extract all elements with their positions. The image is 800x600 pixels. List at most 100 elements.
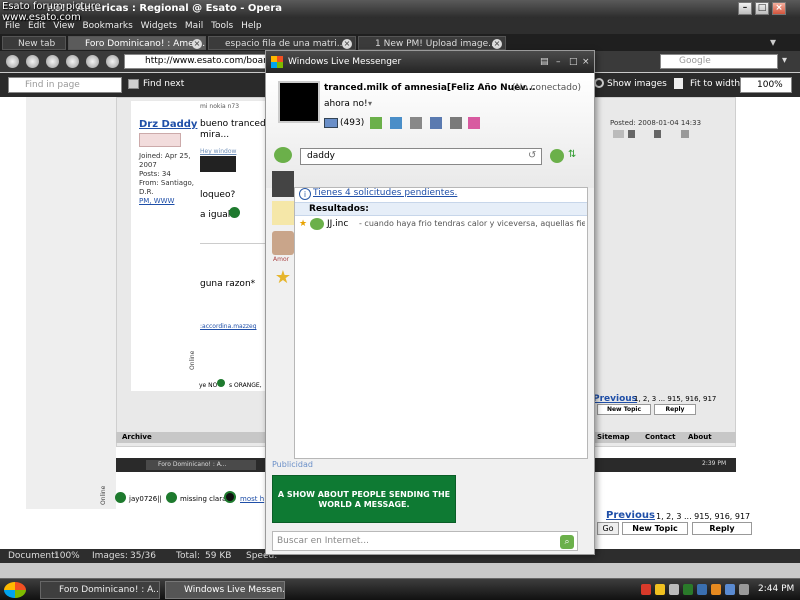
search-field[interactable]: Google bbox=[660, 54, 778, 69]
windows-taskbar: Foro Dominicano! : A... Windows Live Mes… bbox=[0, 578, 800, 600]
sort-icon[interactable]: ⇅ bbox=[568, 149, 576, 160]
search-dropdown-icon[interactable]: ▾ bbox=[782, 55, 787, 66]
previous-link-nested[interactable]: Previous bbox=[593, 394, 637, 404]
contacts-icon[interactable] bbox=[274, 147, 292, 163]
find-in-page-input[interactable]: Find in page bbox=[8, 77, 122, 93]
close-icon[interactable]: × bbox=[582, 51, 590, 73]
tab-new-pm[interactable]: 1 New PM! Upload image... × bbox=[358, 36, 506, 50]
clear-search-icon[interactable]: ↺ bbox=[528, 150, 536, 161]
spaces-icon[interactable] bbox=[390, 117, 402, 129]
pending-requests-link[interactable]: Tienes 4 solicitudes pendientes. bbox=[313, 188, 457, 198]
tray-shield-icon[interactable] bbox=[641, 584, 651, 595]
reload-icon[interactable] bbox=[86, 55, 99, 68]
zoom-select[interactable]: 100% bbox=[740, 77, 792, 93]
tray-bluetooth-icon[interactable] bbox=[725, 584, 735, 595]
menu-tools[interactable]: Tools bbox=[211, 21, 233, 31]
web-search-input[interactable]: Buscar en Internet... bbox=[272, 531, 578, 551]
forum-username[interactable]: Drz Daddy bbox=[139, 119, 197, 130]
trash-icon[interactable]: ▾ bbox=[770, 35, 776, 49]
menu-icon[interactable]: ▤ bbox=[540, 51, 549, 73]
tray-misc-icon[interactable] bbox=[739, 584, 749, 595]
close-icon[interactable]: × bbox=[192, 39, 202, 49]
fast-forward-icon[interactable] bbox=[66, 55, 79, 68]
pagination-nested[interactable]: 1, 2, 3 ... 915, 916, 917 bbox=[634, 395, 716, 403]
home-icon[interactable] bbox=[106, 55, 119, 68]
add-contact-icon[interactable] bbox=[550, 149, 564, 163]
result-contact-name[interactable]: JJ.inc bbox=[327, 219, 348, 229]
online-vertical-label-2: Online bbox=[100, 485, 107, 505]
find-next-button[interactable]: Find next bbox=[143, 79, 184, 89]
print-icon[interactable] bbox=[681, 130, 689, 138]
personal-message[interactable]: ahora no! bbox=[324, 99, 368, 109]
new-topic-button[interactable]: New Topic bbox=[622, 522, 688, 535]
contact-link[interactable]: Contact bbox=[645, 433, 676, 441]
star-icon[interactable]: ★ bbox=[272, 267, 294, 291]
small-link[interactable]: :accordina.mazzeg bbox=[200, 323, 257, 330]
tray-network-icon[interactable] bbox=[669, 584, 679, 595]
close-icon[interactable]: × bbox=[492, 39, 502, 49]
fit-to-width-icon[interactable] bbox=[674, 78, 683, 89]
go-button[interactable]: Go bbox=[597, 522, 619, 535]
tab-espacio-fila[interactable]: espacio fila de una matri... × bbox=[208, 36, 356, 50]
footer-user-missing[interactable]: missing clara bbox=[180, 495, 226, 503]
minimize-icon[interactable]: – bbox=[556, 51, 561, 73]
share-icon[interactable] bbox=[450, 117, 462, 129]
contact-photo[interactable] bbox=[272, 231, 294, 255]
profile-icon[interactable] bbox=[613, 130, 624, 138]
bell-icon[interactable] bbox=[272, 201, 294, 225]
forward-icon[interactable] bbox=[26, 55, 39, 68]
search-icon[interactable]: ⌕ bbox=[560, 535, 574, 549]
tray-security-icon[interactable] bbox=[655, 584, 665, 595]
contacts-icon[interactable] bbox=[370, 117, 382, 129]
footer-user-most[interactable]: most h bbox=[240, 495, 264, 503]
fit-to-width-button[interactable]: Fit to width bbox=[690, 79, 740, 89]
display-picture[interactable] bbox=[278, 81, 320, 123]
mail-icon[interactable] bbox=[324, 118, 338, 128]
news-icon[interactable] bbox=[410, 117, 422, 129]
find-next-icon[interactable] bbox=[128, 79, 139, 89]
show-images-button[interactable]: Show images bbox=[607, 79, 667, 89]
rewind-icon[interactable] bbox=[46, 55, 59, 68]
address-field[interactable]: http://www.esato.com/board/vi bbox=[124, 54, 266, 69]
start-button[interactable] bbox=[4, 582, 26, 598]
show-images-icon[interactable] bbox=[594, 78, 604, 88]
about-link[interactable]: About bbox=[688, 433, 712, 441]
pagination[interactable]: 1, 2, 3 ... 915, 916, 917 bbox=[656, 512, 750, 521]
tray-app-icon[interactable] bbox=[711, 584, 721, 595]
tray-messenger-icon[interactable] bbox=[683, 584, 693, 595]
results-header: Resultados: bbox=[295, 202, 587, 216]
reply-button-nested[interactable]: Reply bbox=[654, 404, 696, 415]
tab-new[interactable]: New tab bbox=[2, 36, 66, 50]
online-vertical-label: Online bbox=[189, 350, 196, 370]
previous-link[interactable]: Previous bbox=[606, 510, 655, 521]
quote-icon[interactable] bbox=[654, 130, 661, 138]
tab-foro-dominicano[interactable]: Foro Dominicano! : Amer... × bbox=[68, 36, 206, 50]
reply-button[interactable]: Reply bbox=[692, 522, 752, 535]
taskbar-item-opera[interactable]: Foro Dominicano! : A... bbox=[40, 581, 160, 599]
hey-window-link[interactable]: Hey window bbox=[200, 148, 236, 155]
close-button[interactable]: × bbox=[772, 2, 786, 15]
menu-mail[interactable]: Mail bbox=[185, 21, 203, 31]
search-contacts-input[interactable]: daddy bbox=[300, 148, 542, 165]
customize-icon[interactable] bbox=[468, 117, 480, 129]
taskbar-item-messenger[interactable]: Windows Live Messen... bbox=[165, 581, 285, 599]
games-icon[interactable] bbox=[430, 117, 442, 129]
advertisement-banner[interactable]: A SHOW ABOUT PEOPLE SENDING THE WORLD A … bbox=[272, 475, 456, 523]
contact-label: Amor bbox=[273, 256, 290, 263]
new-topic-button-nested[interactable]: New Topic bbox=[597, 404, 651, 415]
menu-help[interactable]: Help bbox=[241, 21, 262, 31]
edit-icon[interactable] bbox=[628, 130, 635, 138]
maximize-icon[interactable]: □ bbox=[569, 51, 578, 73]
archive-link[interactable]: Archive bbox=[122, 433, 152, 441]
tray-volume-icon[interactable] bbox=[697, 584, 707, 595]
minimize-button[interactable]: – bbox=[738, 2, 752, 15]
chevron-down-icon[interactable]: ▾ bbox=[368, 99, 372, 108]
footer-user-jay[interactable]: jay0726|| bbox=[129, 495, 162, 503]
sitemap-link[interactable]: Sitemap bbox=[597, 433, 630, 441]
close-icon[interactable]: × bbox=[342, 39, 352, 49]
sidebar-tab-profile[interactable] bbox=[272, 171, 294, 197]
menu-widgets[interactable]: Widgets bbox=[141, 21, 177, 31]
user-links[interactable]: PM, WWW bbox=[139, 197, 197, 206]
back-icon[interactable] bbox=[6, 55, 19, 68]
maximize-button[interactable]: □ bbox=[755, 2, 769, 15]
